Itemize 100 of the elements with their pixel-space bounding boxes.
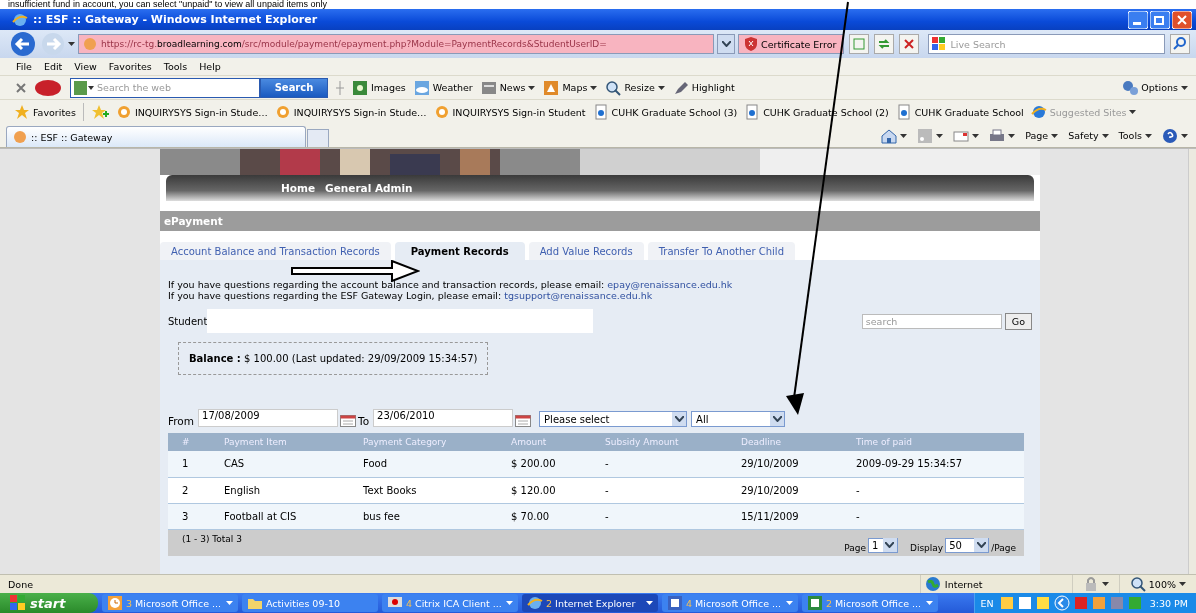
ask-logo-icon [34,78,62,97]
menu-item[interactable]: Edit [43,61,63,72]
taskbar-button[interactable]: Activities 09-10 [242,594,378,612]
dropdown-button[interactable] [717,34,735,54]
toolbar-button[interactable] [989,127,1016,144]
caret-icon[interactable] [1179,582,1186,586]
add-favorite-icon[interactable] [90,104,109,120]
dropdown[interactable]: All [691,411,786,427]
options-button[interactable]: Options [1122,79,1188,96]
toolbar-button[interactable] [881,127,908,144]
caret-icon[interactable] [1129,110,1137,114]
table-cell: 29/10/2009 [727,451,842,477]
address-field[interactable]: https://rc-tg.broadlearning.com/src/module/payment/epayment.php?Module=PaymentRecords&StudentUserID= [78,34,714,54]
favorites-button[interactable]: Favorites [14,104,76,120]
go-button[interactable]: Go [1004,312,1032,330]
certificate-error-button[interactable]: Certificate Error [738,34,844,54]
tab[interactable]: Payment Records [394,242,525,260]
nav-link[interactable]: General Admin [325,182,413,194]
nav-link[interactable]: Home [281,182,316,194]
toolbar-button[interactable]: Weather [413,79,473,96]
browser-icon [527,595,543,611]
stop-icon[interactable] [898,34,919,54]
url-text: https://rc-tg.broadlearning.com/src/module/payment/epayment.php?Module=PaymentRecords&StudentUserID= [101,39,607,49]
caret-icon[interactable] [1181,133,1188,138]
menu-item[interactable]: Tools [163,61,188,72]
favorite-link[interactable]: INQUIRYSYS Sign-in Student [433,104,586,120]
menu-item[interactable]: Help [199,61,221,72]
calendar-icon[interactable] [340,415,356,427]
caret-icon[interactable] [590,85,598,90]
calendar-icon[interactable] [515,415,532,427]
scrollbar[interactable] [1188,149,1196,574]
table-cell: 3 [168,503,210,529]
search-button[interactable]: Search [260,77,328,98]
caret-icon[interactable] [1101,133,1109,138]
caret-icon[interactable] [1145,133,1152,138]
caret-icon[interactable] [1008,133,1016,138]
search-field[interactable]: search [861,313,1002,329]
spreadsheet-icon [807,595,823,611]
taskbar-button[interactable]: 3 Microsoft Office ... [102,594,238,612]
search-field[interactable]: Live Search [927,34,1165,54]
caret-icon[interactable] [936,133,944,138]
tab[interactable]: Account Balance and Transaction Records [160,242,391,260]
date-field[interactable]: 23/06/2010 [373,409,514,427]
caret-icon[interactable] [972,133,980,138]
caret-icon[interactable] [1181,85,1188,90]
caret-icon[interactable] [900,133,908,138]
taskbar-button[interactable]: 2 Internet Explorer [522,594,658,612]
taskbar-button[interactable]: 4 Citrix ICA Client ... [382,594,518,612]
refresh-icon[interactable] [873,34,894,54]
restore-icon[interactable] [1150,10,1170,29]
dropdown[interactable]: Please select [539,411,688,427]
caret-icon[interactable] [68,42,75,46]
favorite-link[interactable]: INQUIRYSYS Sign-in Stude… [115,104,268,120]
email-link[interactable]: tgsupport@renaissance.edu.hk [504,290,653,301]
toolbar-button[interactable]: Safety [1068,130,1109,141]
taskbar-button[interactable]: 4 Microsoft Office ... [662,594,798,612]
toolbar-button[interactable]: Resize [605,79,665,96]
language-indicator[interactable]: EN [980,597,994,609]
search-icon[interactable] [1170,34,1190,54]
menu-item[interactable]: File [16,61,32,72]
favorite-link[interactable]: CUHK Graduate School (3) [592,104,738,120]
browser-tab[interactable]: :: ESF :: Gateway [6,126,306,147]
search-field[interactable]: Search the web [70,77,260,98]
toolbar-button[interactable]: News [480,79,536,96]
dropdown[interactable]: 50 [945,537,990,553]
close-icon[interactable] [16,82,26,93]
caret-icon[interactable] [1101,582,1109,586]
minimize-icon[interactable] [1128,10,1148,29]
column-header: Payment Item [210,433,349,451]
chevron-icon[interactable] [1053,595,1070,611]
caret-icon[interactable] [1051,133,1059,138]
toolbar-button[interactable]: Images [352,79,406,96]
globe-icon [924,576,941,592]
caret-icon[interactable] [657,85,665,90]
globe-icon[interactable] [74,80,94,95]
favorite-link[interactable]: CUHK Graduate School [895,104,1024,120]
caret-icon[interactable] [646,601,653,605]
dropdown[interactable]: 1 [868,537,898,553]
toolbar-button[interactable]: Page [1025,130,1059,141]
help-button[interactable] [1162,127,1188,144]
table-cell: - [842,503,1024,529]
back-icon[interactable] [10,31,38,57]
email-link[interactable]: epay@renaissance.edu.hk [607,279,733,290]
toolbar-button[interactable]: Maps [543,79,598,96]
toolbar-button[interactable] [917,127,944,144]
menu-item[interactable]: View [74,61,97,72]
start-button[interactable]: start [0,593,98,613]
grip-icon [336,80,344,95]
tab[interactable]: Transfer To Another Child [647,242,795,260]
student-field[interactable] [207,309,594,333]
tab[interactable]: Add Value Records [528,242,644,260]
taskbar-button[interactable]: 2 Microsoft Office ... [802,594,938,612]
toolbar-button[interactable]: Tools [1118,130,1152,141]
table-cell: English [210,477,349,503]
caret-icon[interactable] [528,85,536,90]
favorite-link[interactable]: INQUIRYSYS Sign-in Stude… [274,104,427,120]
date-field[interactable]: 17/08/2009 [198,409,338,427]
menu-item[interactable]: Favorites [108,61,152,72]
toolbar-button[interactable]: Highlight [672,79,735,96]
field-label: To [358,415,370,427]
